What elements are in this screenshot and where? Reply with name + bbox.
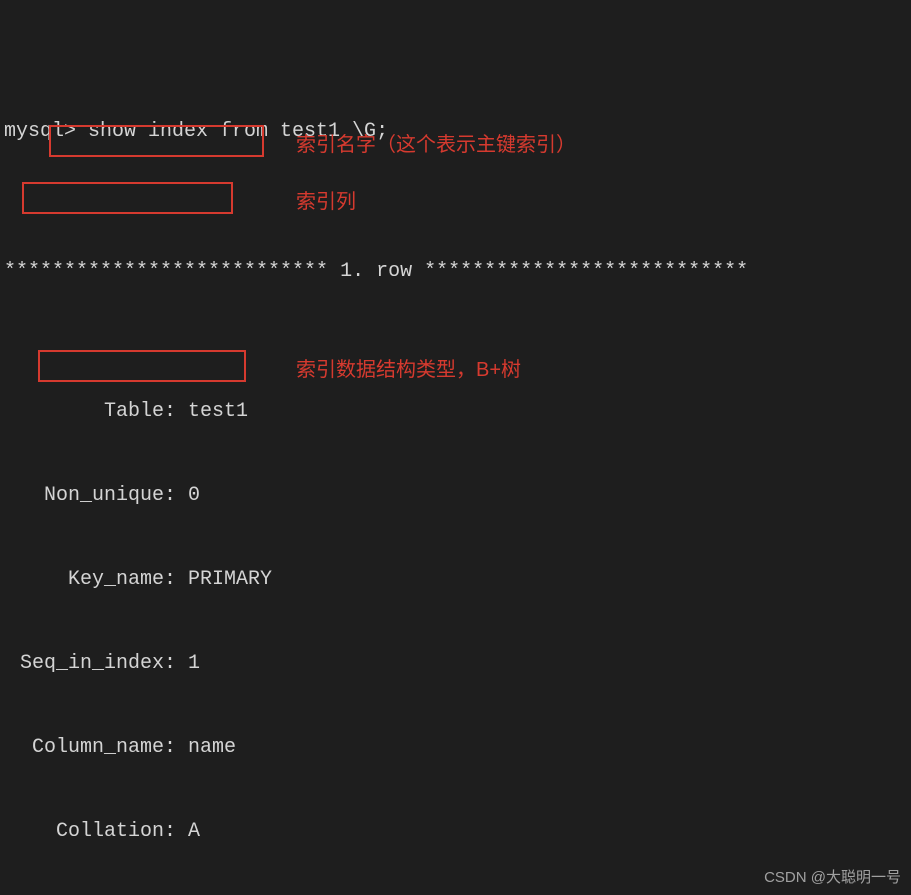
watermark: CSDN @大聪明一号 <box>764 866 901 887</box>
field-value: PRIMARY <box>188 566 272 594</box>
field-value: name <box>188 734 236 762</box>
field-row: Column_name: name <box>4 734 907 762</box>
field-label: Non_unique <box>4 482 164 510</box>
field-value: 1 <box>188 650 200 678</box>
field-label: Collation <box>4 818 164 846</box>
field-label: Table <box>4 398 164 426</box>
field-value: 0 <box>188 482 200 510</box>
field-row: Table: test1 <box>4 398 907 426</box>
field-row: Non_unique: 0 <box>4 482 907 510</box>
field-row: Key_name: PRIMARY <box>4 566 907 594</box>
annotation-index-type: 索引数据结构类型，B+树 <box>296 353 521 382</box>
annotation-column-name: 索引列 <box>296 185 356 214</box>
field-row: Seq_in_index: 1 <box>4 650 907 678</box>
row-separator-1: *************************** 1. row *****… <box>4 258 907 286</box>
field-value: test1 <box>188 398 248 426</box>
prompt: mysql> <box>4 120 88 143</box>
field-label: Seq_in_index <box>4 650 164 678</box>
field-row: Collation: A <box>4 818 907 846</box>
annotation-key-name: 索引名字（这个表示主键索引） <box>296 128 576 157</box>
field-label: Key_name <box>4 566 164 594</box>
field-label: Column_name <box>4 734 164 762</box>
field-value: A <box>188 818 200 846</box>
